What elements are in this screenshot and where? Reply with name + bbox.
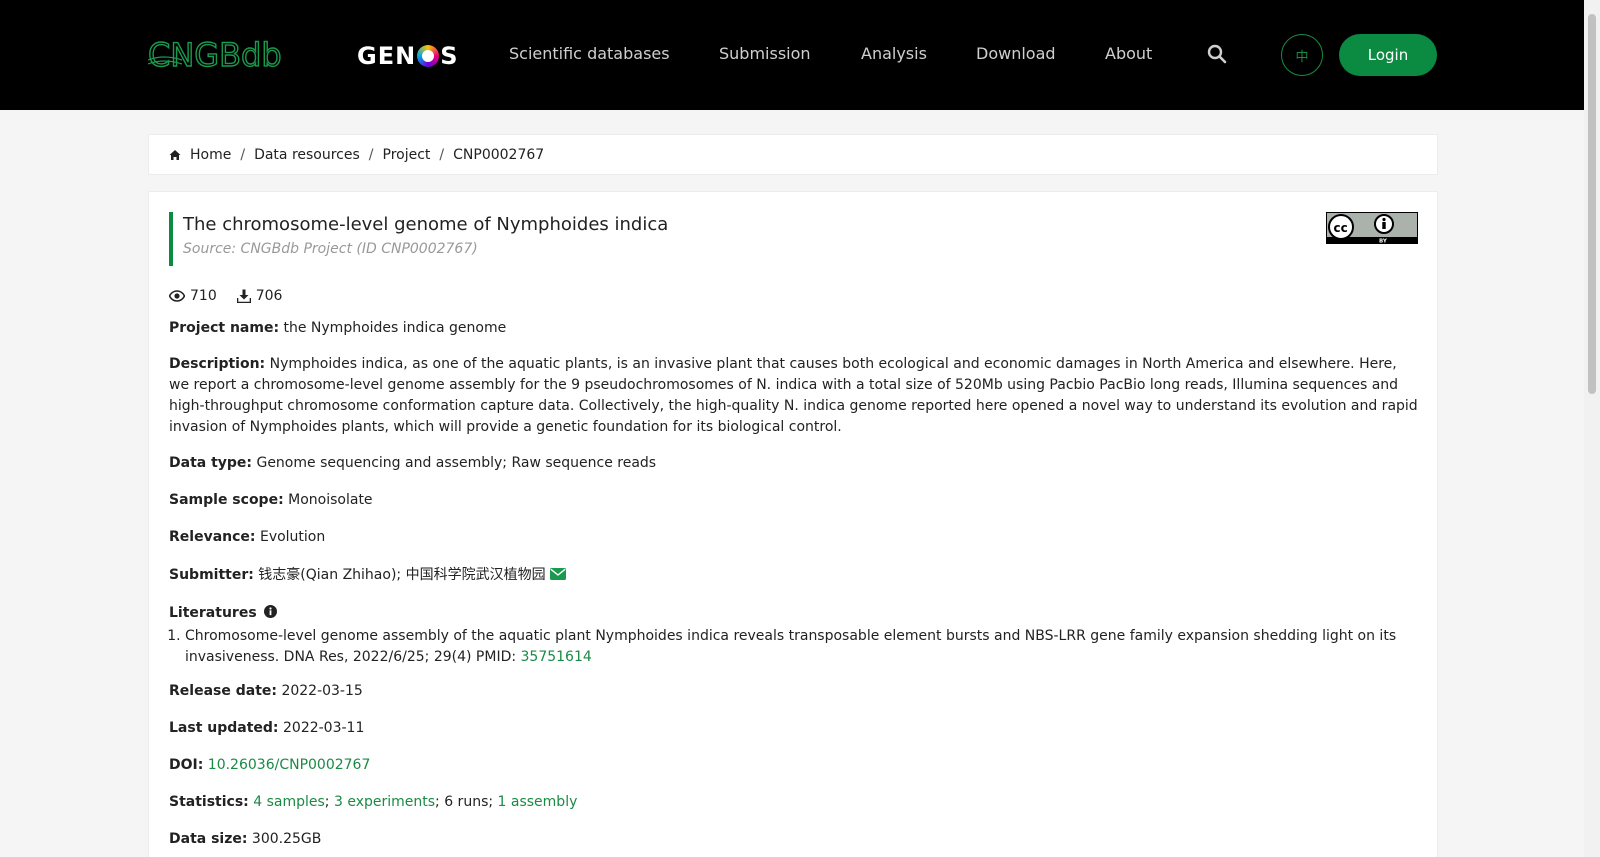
literature-list: Chromosome-level genome assembly of the … xyxy=(169,626,1419,668)
breadcrumb-project[interactable]: Project xyxy=(383,147,431,163)
field-doi: DOI: 10.26036/CNP0002767 xyxy=(169,755,1419,776)
svg-text:BY: BY xyxy=(1379,239,1388,245)
info-icon[interactable] xyxy=(264,605,278,618)
search-icon[interactable] xyxy=(1207,44,1227,64)
genos-logo[interactable]: GEN S xyxy=(357,42,458,70)
breadcrumb: Home / Data resources / Project / CNP000… xyxy=(148,134,1438,175)
cngbdb-logo-text: CNGBdb xyxy=(148,38,282,72)
genos-logo-post: S xyxy=(440,42,459,70)
nav-submission[interactable]: Submission xyxy=(719,44,811,63)
view-download-stats: 710 706 xyxy=(169,288,282,304)
experiments-link[interactable]: 3 experiments xyxy=(334,794,435,810)
literature-citation: Chromosome-level genome assembly of the … xyxy=(185,628,1397,665)
breadcrumb-data-resources[interactable]: Data resources xyxy=(254,147,360,163)
data-type-label: Data type: xyxy=(169,455,253,471)
nav-analysis[interactable]: Analysis xyxy=(861,44,927,63)
nav-download[interactable]: Download xyxy=(976,44,1056,63)
assembly-link[interactable]: 1 assembly xyxy=(498,794,578,810)
genos-logo-pre: GEN xyxy=(357,42,417,70)
literature-item: Chromosome-level genome assembly of the … xyxy=(185,626,1419,668)
source-line: Source: CNGBdb Project (ID CNP0002767) xyxy=(183,241,478,257)
language-toggle-button[interactable]: 中 xyxy=(1281,34,1323,76)
doi-link[interactable]: 10.26036/CNP0002767 xyxy=(208,757,371,773)
submitter-label: Submitter: xyxy=(169,567,254,583)
relevance-value: Evolution xyxy=(259,529,326,545)
last-updated-value: 2022-03-11 xyxy=(283,720,365,736)
download-count: 706 xyxy=(255,288,283,304)
data-size-label: Data size: xyxy=(169,831,248,847)
field-project-name: Project name: the Nymphoides indica geno… xyxy=(169,318,1419,339)
field-release-date: Release date: 2022-03-15 xyxy=(169,681,1419,702)
submitter-value: 钱志豪(Qian Zhihao); 中国科学院武汉植物园 xyxy=(258,567,546,583)
field-data-type: Data type: Genome sequencing and assembl… xyxy=(169,453,1419,474)
envelope-icon[interactable] xyxy=(550,568,567,580)
svg-text:cc: cc xyxy=(1334,221,1348,235)
field-description: Description: Nymphoides indica, as one o… xyxy=(169,354,1419,438)
field-statistics: Statistics: 4 samples; 3 experiments; 6 … xyxy=(169,794,578,810)
runs-count: 6 runs xyxy=(444,794,489,810)
field-literatures: Literatures Chromosome-level genome asse… xyxy=(169,603,1419,668)
sample-scope-value: Monoisolate xyxy=(288,492,373,508)
relevance-label: Relevance: xyxy=(169,529,256,545)
sample-scope-label: Sample scope: xyxy=(169,492,284,508)
home-icon xyxy=(169,149,181,160)
eye-icon xyxy=(169,290,185,302)
literatures-label: Literatures xyxy=(169,605,257,621)
field-submitter: Submitter: 钱志豪(Qian Zhihao); 中国科学院武汉植物园 xyxy=(169,565,1419,586)
field-relevance: Relevance: Evolution xyxy=(169,527,1419,548)
statistics-label: Statistics: xyxy=(169,794,249,810)
view-count: 710 xyxy=(190,288,217,304)
release-date-label: Release date: xyxy=(169,683,277,699)
project-name-label: Project name: xyxy=(169,320,280,336)
field-sample-scope: Sample scope: Monoisolate xyxy=(169,490,1419,511)
breadcrumb-current: CNP0002767 xyxy=(453,146,545,163)
release-date-value: 2022-03-15 xyxy=(281,683,363,699)
nav-about[interactable]: About xyxy=(1105,44,1152,63)
pmid-link[interactable]: 35751614 xyxy=(521,649,592,665)
cc-by-license-icon[interactable]: cc BY xyxy=(1326,212,1418,244)
login-button[interactable]: Login xyxy=(1339,34,1437,76)
download-icon xyxy=(236,289,251,303)
description-label: Description: xyxy=(169,356,266,372)
samples-link[interactable]: 4 samples xyxy=(253,794,325,810)
breadcrumb-home[interactable]: Home xyxy=(190,147,231,163)
title-block: The chromosome-level genome of Nymphoide… xyxy=(169,212,668,266)
cngbdb-logo[interactable]: CNGBdb xyxy=(148,38,308,72)
data-type-value: Genome sequencing and assembly; Raw sequ… xyxy=(256,455,657,471)
project-name-value: the Nymphoides indica genome xyxy=(283,320,507,336)
nav-scientific-databases[interactable]: Scientific databases xyxy=(509,44,670,63)
data-size-value: 300.25GB xyxy=(251,831,322,847)
doi-label: DOI: xyxy=(169,757,204,773)
genos-o-icon xyxy=(417,45,440,67)
description-value: Nymphoides indica, as one of the aquatic… xyxy=(169,356,1418,435)
project-detail-panel: The chromosome-level genome of Nymphoide… xyxy=(148,191,1438,857)
page-title: The chromosome-level genome of Nymphoide… xyxy=(183,214,669,235)
breadcrumb-separator: / xyxy=(368,146,374,163)
breadcrumb-separator: / xyxy=(439,146,445,163)
last-updated-label: Last updated: xyxy=(169,720,279,736)
field-data-size: Data size: 300.25GB xyxy=(169,829,1419,850)
page-scrollbar[interactable] xyxy=(1584,0,1600,857)
breadcrumb-separator: / xyxy=(240,146,246,163)
scrollbar-thumb[interactable] xyxy=(1588,14,1596,394)
field-last-updated: Last updated: 2022-03-11 xyxy=(169,718,1419,739)
top-header: CNGBdb GEN S Scientific databases Submis… xyxy=(0,0,1584,110)
